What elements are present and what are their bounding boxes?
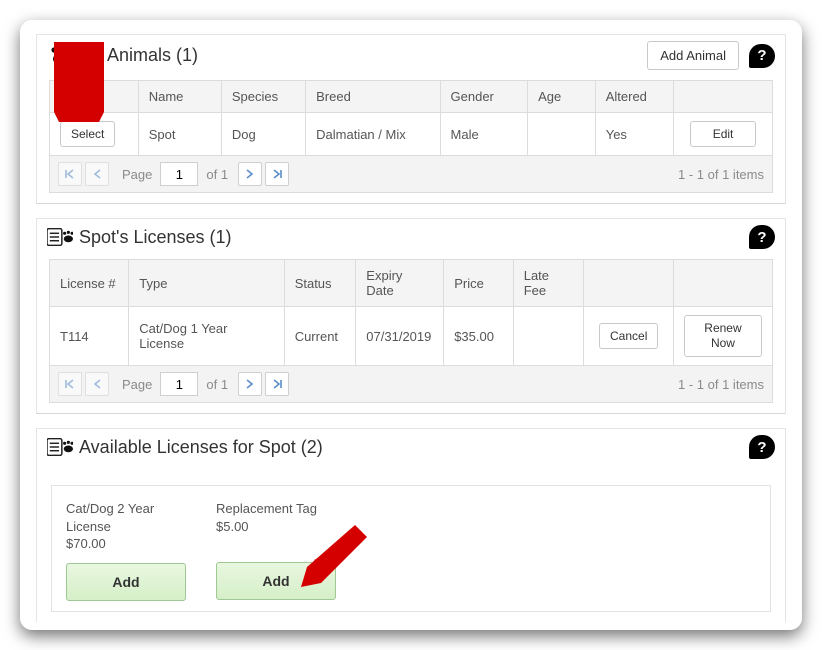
renew-now-button[interactable]: Renew Now xyxy=(684,315,762,357)
pager: Page of 1 1 - 1 of 1 items xyxy=(49,366,773,403)
col-species[interactable]: Species xyxy=(221,81,305,113)
licenses-table: License # Type Status Expiry Date Price … xyxy=(49,259,773,366)
pager-info: 1 - 1 of 1 items xyxy=(678,377,764,392)
table-header-row: Name Species Breed Gender Age Altered xyxy=(50,81,773,113)
panel-title: Available Licenses for Spot (2) xyxy=(79,437,323,458)
page-of: of 1 xyxy=(206,377,228,392)
col-altered[interactable]: Altered xyxy=(595,81,673,113)
pager-next-icon[interactable] xyxy=(238,372,262,396)
col-gender[interactable]: Gender xyxy=(440,81,528,113)
col-breed[interactable]: Breed xyxy=(306,81,440,113)
pager-next-icon[interactable] xyxy=(238,162,262,186)
edit-button[interactable]: Edit xyxy=(690,121,757,147)
cell-type: Cat/Dog 1 Year License xyxy=(129,307,284,366)
col-blank xyxy=(50,81,139,113)
add-button[interactable]: Add xyxy=(66,563,186,601)
add-button[interactable]: Add xyxy=(216,562,336,600)
panel-available-licenses: Available Licenses for Spot (2) ? Cat/Do… xyxy=(36,428,786,622)
col-status[interactable]: Status xyxy=(284,260,356,307)
cell-expiry: 07/31/2019 xyxy=(356,307,444,366)
pager-first-icon[interactable] xyxy=(58,372,82,396)
card-label: Replacement Tag $5.00 xyxy=(216,500,336,552)
pager-last-icon[interactable] xyxy=(265,372,289,396)
page-label: Page xyxy=(122,377,152,392)
help-icon[interactable]: ? xyxy=(749,44,775,68)
available-card: Replacement Tag $5.00 Add xyxy=(216,500,336,601)
table-header-row: License # Type Status Expiry Date Price … xyxy=(50,260,773,307)
pager: Page of 1 1 - 1 of 1 items xyxy=(49,156,773,193)
select-button[interactable]: Select xyxy=(60,121,115,147)
table-row: T114 Cat/Dog 1 Year License Current 07/3… xyxy=(50,307,773,366)
panel-licenses: Spot's Licenses (1) ? License # Type Sta… xyxy=(36,218,786,414)
available-card: Cat/Dog 2 Year License $70.00 Add xyxy=(66,500,186,601)
cell-name: Spot xyxy=(138,113,221,156)
col-expiry[interactable]: Expiry Date xyxy=(356,260,444,307)
cell-species: Dog xyxy=(221,113,305,156)
page-of: of 1 xyxy=(206,167,228,182)
cell-breed: Dalmatian / Mix xyxy=(306,113,440,156)
cell-gender: Male xyxy=(440,113,528,156)
panel-title: My Animals (1) xyxy=(79,45,198,66)
add-animal-button[interactable]: Add Animal xyxy=(647,41,739,70)
col-blank xyxy=(584,260,674,307)
col-age[interactable]: Age xyxy=(528,81,596,113)
cancel-button[interactable]: Cancel xyxy=(599,323,658,349)
col-price[interactable]: Price xyxy=(444,260,514,307)
pager-first-icon[interactable] xyxy=(58,162,82,186)
cell-status: Current xyxy=(284,307,356,366)
cell-price: $35.00 xyxy=(444,307,514,366)
app-frame: My Animals (1) Add Animal ? Name Species… xyxy=(20,20,802,630)
col-blank2 xyxy=(673,260,772,307)
pager-prev-icon[interactable] xyxy=(85,372,109,396)
table-row: Select Spot Dog Dalmatian / Mix Male Yes… xyxy=(50,113,773,156)
list-paw-icon xyxy=(47,437,73,457)
page-input[interactable] xyxy=(160,372,198,396)
panel-header: Spot's Licenses (1) ? xyxy=(37,219,785,259)
cell-altered: Yes xyxy=(595,113,673,156)
col-type[interactable]: Type xyxy=(129,260,284,307)
panel-header: Available Licenses for Spot (2) ? xyxy=(37,429,785,469)
panel-header: My Animals (1) Add Animal ? xyxy=(37,35,785,80)
animals-table: Name Species Breed Gender Age Altered Se… xyxy=(49,80,773,156)
col-name[interactable]: Name xyxy=(138,81,221,113)
pager-last-icon[interactable] xyxy=(265,162,289,186)
cell-latefee xyxy=(513,307,584,366)
col-latefee[interactable]: Late Fee xyxy=(513,260,584,307)
col-license-num[interactable]: License # xyxy=(50,260,129,307)
pager-info: 1 - 1 of 1 items xyxy=(678,167,764,182)
list-paw-icon xyxy=(47,227,73,247)
available-cards-row: Cat/Dog 2 Year License $70.00 Add Replac… xyxy=(51,485,771,612)
paw-icon xyxy=(47,45,73,67)
panel-title: Spot's Licenses (1) xyxy=(79,227,232,248)
cell-license-num: T114 xyxy=(50,307,129,366)
cell-age xyxy=(528,113,596,156)
page-label: Page xyxy=(122,167,152,182)
help-icon[interactable]: ? xyxy=(749,435,775,459)
pager-prev-icon[interactable] xyxy=(85,162,109,186)
panel-my-animals: My Animals (1) Add Animal ? Name Species… xyxy=(36,34,786,204)
page-input[interactable] xyxy=(160,162,198,186)
col-blank2 xyxy=(674,81,773,113)
help-icon[interactable]: ? xyxy=(749,225,775,249)
card-label: Cat/Dog 2 Year License $70.00 xyxy=(66,500,186,553)
